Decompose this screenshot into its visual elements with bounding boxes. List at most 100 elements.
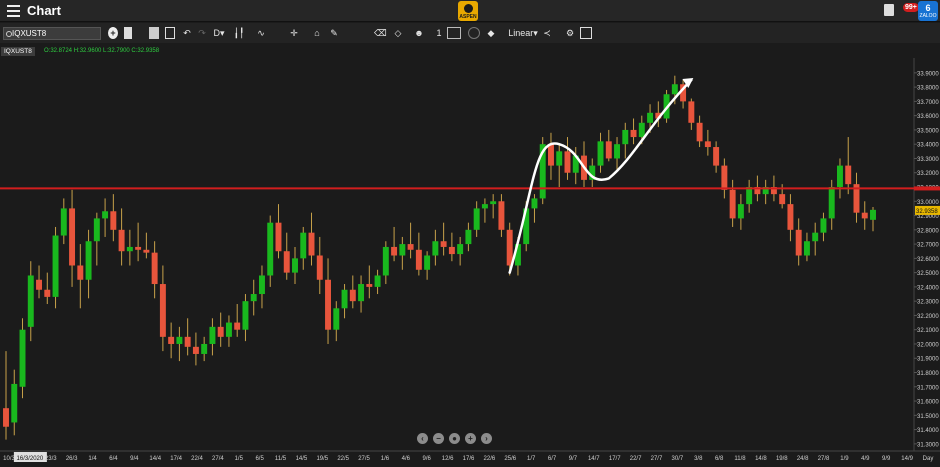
x-tick-label: 1/5	[235, 456, 244, 462]
redo-icon[interactable]: ↷	[197, 27, 207, 39]
candle-body	[267, 222, 274, 276]
y-tick-label: 33.5000	[917, 128, 939, 134]
x-tick-label: 19/5	[316, 456, 328, 462]
y-tick-label: 33.4000	[917, 143, 939, 149]
y-tick-label: 31.6000	[917, 400, 939, 406]
zaloo-logo[interactable]: 6 ZALOO	[918, 1, 938, 21]
candle-body	[3, 408, 9, 427]
x-tick-label: 17/4	[170, 456, 182, 462]
x-tick-label: 27/4	[212, 456, 224, 462]
x-tick-label: Day	[923, 456, 934, 462]
plus-circle-icon[interactable]: +	[108, 27, 118, 39]
candle-body	[201, 343, 208, 354]
y-tick-label: 33.9000	[917, 71, 939, 77]
cancel-icon[interactable]	[468, 27, 480, 39]
open-folder-icon[interactable]	[149, 27, 159, 39]
new-page-icon[interactable]	[124, 27, 132, 39]
y-tick-label: 32.0000	[917, 342, 939, 348]
x-tick-label: 22/4	[191, 456, 203, 462]
x-tick-label: 9/9	[882, 456, 891, 462]
fill-icon[interactable]: ◇	[392, 27, 404, 39]
x-tick-label: 14/7	[588, 456, 600, 462]
candle-body	[349, 289, 356, 302]
emoji-icon[interactable]: ☻	[413, 27, 425, 39]
y-tick-label: 31.4000	[917, 428, 939, 434]
scroll-left-button[interactable]: ‹	[417, 433, 428, 444]
zoom-out-button[interactable]: −	[433, 433, 444, 444]
x-tick-label: 11/8	[734, 456, 746, 462]
logo-text: ASPEN	[459, 14, 477, 20]
y-tick-label: 31.7000	[917, 385, 939, 391]
candle-body	[27, 275, 34, 327]
crosshair-icon[interactable]: ✛	[288, 27, 300, 39]
alert-icon[interactable]: ⌂	[312, 27, 322, 39]
scroll-right-button[interactable]: ›	[481, 433, 492, 444]
y-tick-label: 31.8000	[917, 371, 939, 377]
x-tick-label: 1/6	[381, 456, 390, 462]
candle-body	[465, 229, 472, 245]
candle-body	[250, 294, 257, 302]
candle-body	[93, 218, 100, 242]
notification-badge[interactable]: 99+	[903, 3, 919, 12]
x-tick-label: 14/5	[296, 456, 308, 462]
keyboard-icon[interactable]	[580, 27, 592, 39]
candle-body	[647, 112, 654, 123]
y-tick-label: 31.3000	[917, 442, 939, 448]
candle-body	[217, 326, 224, 337]
image-icon[interactable]	[165, 27, 175, 39]
scale-dropdown[interactable]: Linear▾	[507, 27, 539, 39]
candle-body	[366, 284, 373, 287]
candle-body	[803, 241, 810, 256]
candle-body	[308, 232, 315, 256]
share-nodes-icon[interactable]: ≺	[542, 27, 552, 39]
pen-icon[interactable]: ✎	[328, 27, 340, 39]
candle-body	[415, 249, 422, 270]
zoom-in-button[interactable]: +	[465, 433, 476, 444]
undo-icon[interactable]: ↶	[182, 27, 192, 39]
candle-body	[399, 244, 406, 256]
candle-body	[779, 194, 786, 205]
candle-body	[151, 252, 158, 285]
y-tick-label: 32.3000	[917, 300, 939, 306]
x-tick-label: 9/6	[423, 456, 432, 462]
candle-body	[704, 141, 711, 148]
candle-body	[713, 147, 720, 166]
y-tick-label: 33.7000	[917, 100, 939, 106]
interval-dropdown[interactable]: D▾	[212, 27, 226, 39]
tag-icon[interactable]: ◆	[486, 27, 496, 39]
candle-type-icon[interactable]: ╽╿	[232, 27, 246, 39]
candle-body	[242, 301, 249, 330]
price-chart[interactable]: 33.9000 33.8000 33.7000 33.6000 33.5000 33.40…	[0, 58, 940, 467]
candle-body	[787, 204, 794, 230]
candle-body	[812, 232, 819, 242]
indicator-icon[interactable]: ∿	[256, 27, 266, 39]
y-tick-label: 32.9000	[917, 214, 939, 220]
color-icon[interactable]	[447, 27, 461, 39]
settings-icon[interactable]: ⚙	[564, 27, 576, 39]
x-tick-label: 9/7	[569, 456, 578, 462]
reset-button[interactable]: ●	[449, 433, 460, 444]
candle-body	[358, 284, 365, 302]
x-tick-label: 27/5	[358, 456, 370, 462]
hamburger-menu-icon[interactable]	[7, 5, 20, 17]
x-tick-label: 27/8	[818, 456, 830, 462]
candle-body	[614, 144, 621, 159]
candle-body	[861, 212, 868, 219]
symbol-search-input[interactable]: IQXUST8	[3, 27, 101, 40]
y-tick-label: 33.2000	[917, 171, 939, 177]
candle-body	[440, 241, 447, 247]
candle-body	[407, 244, 414, 250]
y-tick-label: 32.2000	[917, 314, 939, 320]
x-tick-label: 6/5	[255, 456, 264, 462]
candle-body	[19, 329, 26, 387]
candle-body	[143, 249, 150, 253]
candle-body	[836, 165, 843, 188]
candle-body	[498, 201, 505, 230]
line-width-value[interactable]: 1	[436, 27, 442, 39]
candle-body	[721, 165, 728, 190]
x-tick-label: 6/8	[715, 456, 724, 462]
y-tick-label: 32.8000	[917, 228, 939, 234]
candle-body	[382, 246, 389, 276]
download-icon[interactable]	[884, 4, 894, 16]
eraser-icon[interactable]: ⌫	[374, 27, 387, 39]
